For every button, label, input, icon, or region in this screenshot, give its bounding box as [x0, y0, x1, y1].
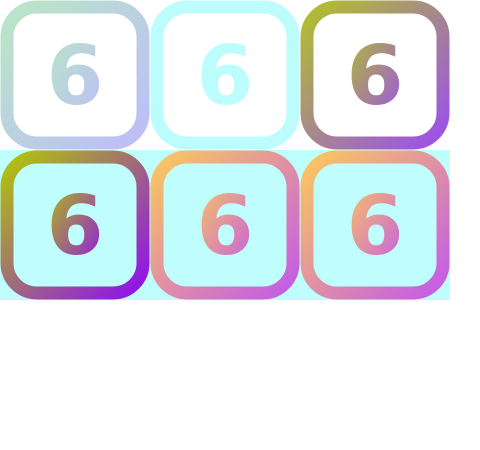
tile-digit: 6	[346, 179, 403, 274]
tile-digit: 6	[196, 29, 253, 124]
tile-graphic: 6	[300, 0, 450, 150]
number-tile[interactable]: 6 6	[300, 150, 450, 300]
tile-digit: 6	[46, 179, 103, 274]
tile-digit: 6	[346, 29, 403, 124]
tile-graphic: 6	[0, 0, 150, 150]
number-tile[interactable]: 6 6	[0, 150, 150, 300]
tile-graphic: 6	[0, 150, 150, 300]
tile-row-top: 6 6 6 6 6 6	[0, 0, 450, 150]
tile-graphic: 6	[150, 150, 300, 300]
number-tile[interactable]: 6 6	[300, 0, 450, 150]
tile-graphic: 6	[300, 150, 450, 300]
number-tile[interactable]: 6 6	[150, 0, 300, 150]
number-tile[interactable]: 6 6	[0, 0, 150, 150]
number-tile[interactable]: 6 6	[150, 150, 300, 300]
tile-row-bottom: 6 6 6 6 6 6	[0, 150, 450, 300]
tile-digit: 6	[46, 29, 103, 124]
tile-grid: 6 6 6 6 6 6 6 6 6 6 6 6	[0, 0, 450, 300]
tile-digit: 6	[196, 179, 253, 274]
tile-graphic: 6	[150, 0, 300, 150]
